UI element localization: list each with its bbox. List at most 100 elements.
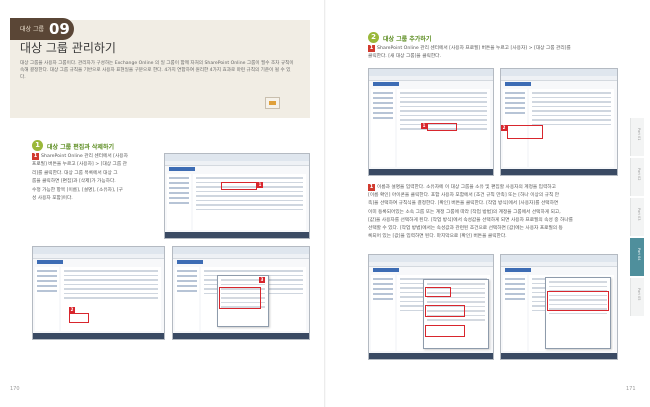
browser-toolbar	[33, 254, 164, 259]
nav-panel	[35, 267, 59, 331]
side-tab-label: Part 01	[637, 128, 641, 141]
marker-tag: 2	[69, 307, 75, 313]
highlight-box	[425, 287, 451, 297]
marker-1: 1	[32, 153, 39, 160]
page-number-left: 170	[10, 386, 20, 392]
window-titlebar	[173, 247, 309, 254]
side-tab-part-4: Part 04	[630, 238, 644, 276]
taskbar	[369, 353, 493, 359]
side-tab-label: Part 02	[637, 168, 641, 181]
screenshot-edit-menu: 2	[32, 246, 165, 340]
step-1-line: 성 사용자 포함]이다.	[32, 196, 73, 202]
step-3-line: 이미 등록되어있는 소속 그룹 또는 계정 그룹에 따라 [작업 방법]의 계정…	[368, 209, 561, 215]
page-title: 대상 그룹 관리하기	[20, 41, 116, 55]
sharepoint-logo	[177, 260, 203, 264]
step-3-line: 록되어 있는 [값]을 입력하면 된다. 마지막으로 [확인] 버튼을 클릭한다…	[368, 234, 507, 240]
marker-1: 1	[368, 45, 375, 52]
intro-paragraph: 대상 그룹을 사용자 그룹이다. 관리자가 구성하는 Exchange Onli…	[20, 61, 294, 80]
window-titlebar	[369, 255, 493, 262]
screenshot-audience-manage: 1	[368, 68, 494, 176]
screenshot-create-audience	[368, 254, 494, 360]
taskbar	[369, 169, 493, 175]
step-1-badge: 1	[32, 140, 43, 151]
screenshot-edit-dialog: 3	[172, 246, 310, 340]
sharepoint-logo	[505, 268, 531, 272]
window-titlebar	[165, 154, 309, 161]
step-2-title: 대상 그룹 추가하기	[383, 36, 432, 43]
side-tab-part-1: Part 01	[630, 118, 644, 156]
marker-1: 1	[368, 184, 375, 191]
marker-tag: 2	[501, 125, 507, 131]
window-titlebar	[501, 69, 617, 76]
marker-tag: 3	[259, 277, 265, 283]
step-3-line: 이름과 설명을 입력한다. 소유자에 이 대상 그룹을 소유 및 편집할 사용자…	[377, 185, 556, 190]
nav-panel	[503, 275, 527, 351]
page-gutter	[324, 0, 326, 407]
side-tab-part-5: Part 05	[630, 278, 644, 316]
sharepoint-logo	[373, 82, 399, 86]
browser-toolbar	[369, 76, 493, 81]
step-1-line: 룹을 클릭하면 [편집]과 [삭제]가 가능하다.	[32, 179, 116, 185]
window-titlebar	[501, 255, 617, 262]
nav-panel	[371, 275, 395, 351]
step-1-line: 리]를 클릭한다. 대상 그룹 목록에서 대상 그	[32, 170, 118, 176]
screenshot-audience-list: 1	[164, 153, 310, 239]
side-tab-part-3: Part 03	[630, 198, 644, 236]
highlight-box	[425, 325, 465, 337]
window-titlebar	[369, 69, 493, 76]
browser-toolbar	[165, 161, 309, 166]
step-1-line: SharePoint Online 관리 센터에서 [사용자	[41, 154, 128, 159]
rule-dialog	[545, 277, 611, 349]
side-tab-label: Part 03	[637, 208, 641, 221]
page-number-right: 171	[626, 386, 636, 392]
highlight-box	[507, 125, 543, 139]
taskbar	[33, 333, 164, 339]
step-3-line: [이름 확인] 아이콘을 클릭한다. 포함 사용자 포함에서 [조건 규칙 만족…	[368, 193, 560, 199]
step-3-line: [값]을 사용자를 선택하게 된다. [작업 방식]에서 속성값을 선택하게 되…	[368, 217, 573, 223]
step-2-line: SharePoint Online 관리 센터에서 [사용자 프로필] 버튼을 …	[377, 46, 571, 51]
taskbar	[173, 333, 309, 339]
step-2-badge: 2	[368, 32, 379, 43]
nav-panel	[167, 174, 191, 230]
note-icon	[265, 97, 280, 109]
highlight-box	[69, 313, 89, 323]
window-titlebar	[33, 247, 164, 254]
step-2-line: 클릭한다. [새 대상 그룹]을 클릭한다.	[368, 54, 441, 60]
marker-tag: 1	[421, 123, 427, 129]
chapter-number: 09	[49, 20, 70, 38]
taskbar	[501, 353, 617, 359]
sharepoint-logo	[373, 268, 399, 272]
sharepoint-logo	[505, 82, 531, 86]
side-tab-label: Part 04	[637, 248, 641, 261]
nav-panel	[371, 89, 395, 167]
marker-tag: 1	[257, 182, 263, 188]
browser-toolbar	[501, 76, 617, 81]
highlight-box	[221, 182, 257, 190]
step-2-body: 1 SharePoint Online 관리 센터에서 [사용자 프로필] 버튼을…	[368, 45, 618, 62]
screenshot-rule-dialog	[500, 254, 618, 360]
taskbar	[501, 169, 617, 175]
highlight-box	[425, 305, 465, 317]
step-1-title: 대상 그룹 편집과 삭제하기	[47, 144, 114, 151]
step-3-line: 족]을 선택하여 규칙식을 결정한다. [확인] 버튼을 클릭한다. [작업 방…	[368, 201, 559, 207]
highlight-box	[427, 123, 457, 131]
side-tab-part-2: Part 02	[630, 158, 644, 196]
highlight-box	[547, 291, 609, 311]
step-3-body: 1 이름과 설명을 입력한다. 소유자에 이 대상 그룹을 소유 및 편집할 사용…	[368, 184, 622, 241]
sharepoint-logo	[169, 167, 195, 171]
step-1-body: 1 SharePoint Online 관리 센터에서 [사용자 프로필] 버튼을…	[32, 153, 160, 203]
step-3-line: 선택할 수 있다. [작업 방법]에서는 속성값과 관련된 조건으로 선택하면 …	[368, 226, 563, 232]
chapter-label: 대상 그룹	[20, 26, 44, 33]
highlight-box	[219, 287, 261, 309]
book-spread: 대상 그룹 09 대상 그룹 관리하기 대상 그룹을 사용자 그룹이다. 관리자…	[0, 0, 650, 407]
taskbar	[165, 232, 309, 238]
browser-toolbar	[173, 254, 309, 259]
step-1-line: 프로필] 버튼을 누르고 [사용자] > [대상 그룹 관	[32, 162, 127, 168]
sharepoint-logo	[37, 260, 63, 264]
browser-toolbar	[369, 262, 493, 267]
nav-panel	[175, 267, 199, 331]
browser-toolbar	[501, 262, 617, 267]
screenshot-new-audience: 2	[500, 68, 618, 176]
step-1-line: 수정 가능한 항목 [이름], [설명], [소유자], [구	[32, 187, 123, 193]
side-tab-label: Part 05	[637, 288, 641, 301]
